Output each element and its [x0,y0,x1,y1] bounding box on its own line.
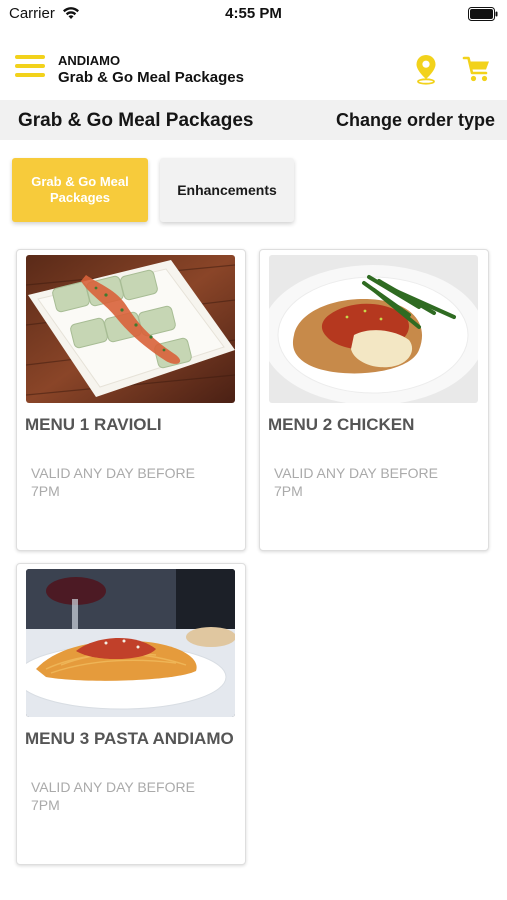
tab-enhancements[interactable]: Enhancements [160,158,294,222]
menu-item-title: MENU 3 PASTA ANDIAMO [25,729,234,748]
change-order-type-button[interactable]: Change order type [336,110,495,131]
hamburger-menu-icon[interactable] [15,55,45,79]
pasta-photo [26,569,235,717]
menu-item-description: VALID ANY DAY BEFORE 7PM [31,779,195,813]
tab-label: Enhancements [177,182,277,198]
menu-item-title: MENU 1 RAVIOLI [25,415,162,434]
clock: 4:55 PM [225,5,282,22]
tab-label: Grab & Go Meal Packages [31,174,129,205]
header-subtitle: Grab & Go Meal Packages [58,69,244,86]
battery-icon [468,7,498,21]
section-title: Grab & Go Meal Packages [18,110,254,131]
menu-item-card[interactable]: MENU 3 PASTA ANDIAMO VALID ANY DAY BEFOR… [16,563,246,865]
brand-name: ANDIAMO [58,53,121,68]
menu-item-card[interactable]: MENU 1 RAVIOLI VALID ANY DAY BEFORE 7PM [16,249,246,551]
menu-item-description: VALID ANY DAY BEFORE 7PM [31,465,195,499]
section-bar: Grab & Go Meal Packages Change order typ… [0,100,507,140]
menu-item-title: MENU 2 CHICKEN [268,415,415,434]
menu-item-description: VALID ANY DAY BEFORE 7PM [274,465,438,499]
app-header: ANDIAMO Grab & Go Meal Packages [0,40,507,98]
status-bar: Carrier 4:55 PM [0,0,507,30]
tab-grab-and-go-meal-packages[interactable]: Grab & Go Meal Packages [12,158,148,222]
menu-item-card[interactable]: MENU 2 CHICKEN VALID ANY DAY BEFORE 7PM [259,249,489,551]
ravioli-photo [26,255,235,403]
chicken-parmesan-photo [269,255,478,403]
location-pin-icon[interactable] [412,53,440,85]
cart-icon[interactable] [462,55,492,83]
